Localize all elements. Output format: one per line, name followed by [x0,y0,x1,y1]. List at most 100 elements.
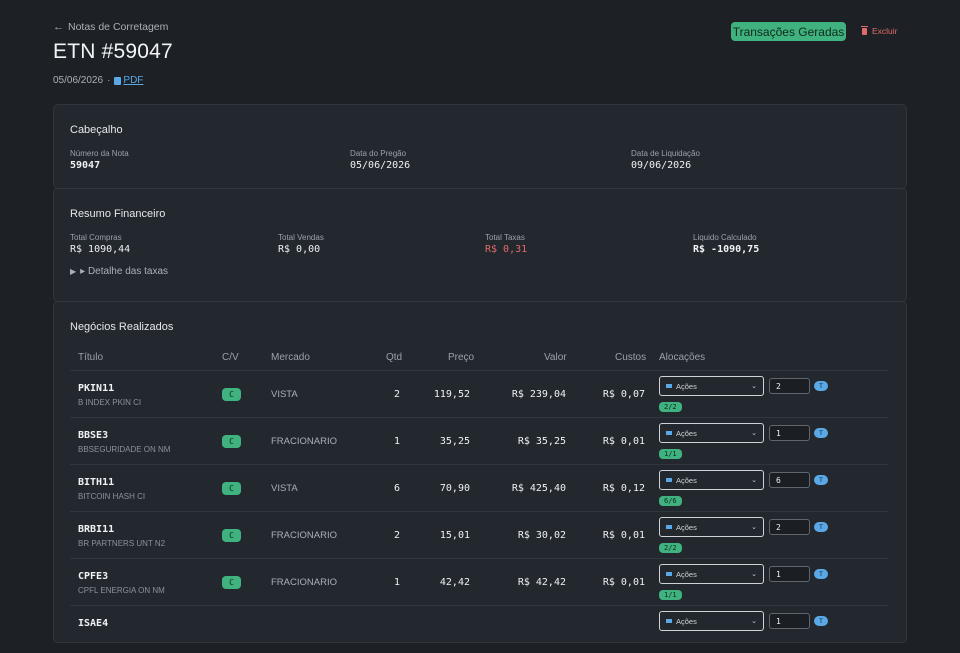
allocation-type-value: Ações [676,569,697,579]
allocation-status-badge: 2/2 [659,402,682,412]
price: 35,25 [439,436,470,447]
ticker-description: BITCOIN HASH CI [78,492,146,501]
quantity: 2 [393,530,400,541]
back-link[interactable]: ← Notas de Corretagem [53,21,168,33]
column-header: C/V [222,352,239,363]
delete-button[interactable]: Excluir [861,25,898,36]
allocation-quantity-input[interactable]: 1 [769,566,810,582]
header-card: Cabeçalho Número da Nota 59047 Data do P… [53,104,907,189]
allocation-tag-badge[interactable]: T [814,569,828,579]
table-row: BBSE3 BBSEGURIDADE ON NM C FRACIONARIO 1 35,2… [70,417,888,465]
allocation-quantity-input[interactable]: 1 [769,425,810,441]
table-row: CPFE3 CPFL ENERGIA ON NM C FRACIONARIO 1 42,4… [70,558,888,606]
table-row: ISAE4 Ações ⌄ 1 T [70,605,888,653]
column-header: Qtd [386,352,403,363]
field-label: Data do Pregão [350,149,407,158]
price: 70,90 [439,483,470,494]
allocation-type-value: Ações [676,616,697,626]
quantity: 2 [393,389,400,400]
card-title: Cabeçalho [70,124,123,136]
value: R$ 30,02 [517,530,566,541]
folder-icon [666,525,672,529]
allocation-quantity-input[interactable]: 2 [769,378,810,394]
field-label: Data de Liquidação [631,149,700,158]
costs: R$ 0,01 [602,577,645,588]
chevron-down-icon: ⌄ [751,524,757,531]
ticker: BBSE3 [78,430,109,441]
buy-sell-badge: C [222,482,241,495]
allocation-tag-badge[interactable]: T [814,381,828,391]
fee-details-toggle[interactable]: ▶ ▸ Detalhe das taxas [70,266,168,277]
triangle-right-icon: ▶ [70,267,77,276]
ticker: BRBI11 [78,524,115,535]
field-label: Total Taxas [485,233,525,242]
card-title: Negócios Realizados [70,321,174,333]
trash-icon [861,25,868,35]
column-header: Mercado [271,352,310,363]
chevron-down-icon: ⌄ [751,383,757,390]
chevron-down-icon: ⌄ [751,477,757,484]
card-title: Resumo Financeiro [70,208,166,220]
allocation-type-value: Ações [676,522,697,532]
costs: R$ 0,07 [602,389,645,400]
trades-card: Negócios Realizados Título C/V Mercado Q… [53,301,907,643]
chevron-down-icon: ⌄ [751,430,757,437]
allocation-type-select[interactable]: Ações ⌄ [659,564,764,584]
folder-icon [666,384,672,388]
market-type: FRACIONARIO [271,577,337,588]
ticker: PKIN11 [78,383,115,394]
pdf-link[interactable]: PDF [114,75,143,86]
field-label: Total Compras [70,233,122,242]
document-icon [114,76,122,85]
status-badge: Transações Geradas [731,22,846,41]
allocation-tag-badge[interactable]: T [814,428,828,438]
ticker: BITH11 [78,477,115,488]
market-type: VISTA [271,389,298,400]
allocation-tag-badge[interactable]: T [814,616,828,626]
quantity: 6 [393,483,400,494]
note-date: 05/06/2026 [53,75,104,86]
costs: R$ 0,01 [602,436,645,447]
allocation-quantity-input[interactable]: 1 [769,613,810,629]
allocation-type-select[interactable]: Ações ⌄ [659,376,764,396]
price: 119,52 [433,389,470,400]
note-meta: 05/06/2026 · PDF [53,75,143,86]
value: R$ 42,42 [517,577,566,588]
allocation-quantity-input[interactable]: 6 [769,472,810,488]
price: 42,42 [439,577,470,588]
allocation-status-badge: 2/2 [659,543,682,553]
buy-sell-badge: C [222,576,241,589]
field-label: Número da Nota [70,149,129,158]
net-calculated: R$ -1090,75 [693,244,760,255]
quantity: 1 [393,436,400,447]
market-type: FRACIONARIO [271,436,337,447]
table-row: PKIN11 B INDEX PKIN CI C VISTA 2 119,52 R$ 239… [70,370,888,418]
ticker: ISAE4 [78,618,109,629]
allocation-status-badge: 1/1 [659,449,682,459]
folder-icon [666,478,672,482]
total-fees: R$ 0,31 [485,244,528,255]
allocation-type-select[interactable]: Ações ⌄ [659,470,764,490]
folder-icon [666,431,672,435]
column-header: Valor [544,352,567,363]
settlement-date: 09/06/2026 [631,160,692,171]
page-title: ETN #59047 [53,40,173,63]
market-type: FRACIONARIO [271,530,337,541]
ticker: CPFE3 [78,571,109,582]
value: R$ 35,25 [517,436,566,447]
buy-sell-badge: C [222,388,241,401]
trade-date: 05/06/2026 [350,160,411,171]
field-label: Liquido Calculado [693,233,757,242]
chevron-down-icon: ⌄ [751,618,757,625]
allocation-type-select[interactable]: Ações ⌄ [659,517,764,537]
allocation-quantity-input[interactable]: 2 [769,519,810,535]
allocation-tag-badge[interactable]: T [814,475,828,485]
price: 15,01 [439,530,470,541]
value: R$ 425,40 [511,483,566,494]
allocation-tag-badge[interactable]: T [814,522,828,532]
pdf-link-label: PDF [123,75,144,86]
buy-sell-badge: C [222,435,241,448]
allocation-type-select[interactable]: Ações ⌄ [659,611,764,631]
arrow-left-icon: ← [53,21,64,33]
allocation-type-select[interactable]: Ações ⌄ [659,423,764,443]
